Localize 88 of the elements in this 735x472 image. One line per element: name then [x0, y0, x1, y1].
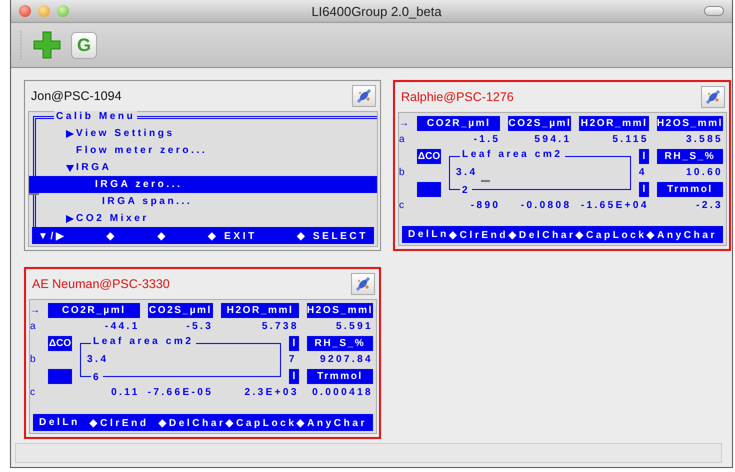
function-key-label: ◆ EXIT — [208, 230, 257, 242]
column-header: l — [638, 149, 649, 164]
function-key-label: ◆ SELECT — [296, 230, 368, 242]
text-cursor-icon — [29, 193, 39, 195]
panel-title: Jon@PSC-1094 — [31, 89, 122, 103]
value-text: 5.115 — [611, 133, 649, 148]
value-text: -5.3 — [185, 320, 214, 334]
column-header: H2OS_mml — [306, 303, 373, 318]
satellite-icon — [354, 275, 372, 293]
value-text: 5.591 — [334, 320, 373, 334]
panel-action-button[interactable] — [352, 85, 376, 107]
add-button[interactable] — [33, 31, 61, 59]
leaf-area-footer: 2 — [460, 184, 472, 196]
column-header: RH_S_% — [306, 336, 373, 350]
column-header: ΔCO — [417, 149, 441, 164]
menu-item[interactable]: CO2 Mixer — [36, 210, 377, 227]
function-key-label: ◆ClrEnd — [90, 416, 149, 428]
value-text: 0.11 — [110, 386, 140, 400]
pointer-arrow: → — [30, 304, 40, 318]
row-label: a — [30, 320, 37, 334]
value-text: 7 — [288, 353, 296, 368]
menu-item[interactable]: IRGA span... — [36, 193, 377, 210]
value-text: -2.3 — [695, 199, 723, 214]
menu-item[interactable]: IRGA zero... — [29, 176, 377, 193]
column-header: l — [288, 336, 299, 350]
leaf-area-title: Leaf area cm2 — [460, 149, 565, 160]
column-header: l — [288, 369, 299, 384]
panel-action-button[interactable] — [701, 86, 725, 108]
column-header: CO2S_µml — [508, 116, 572, 130]
leaf-area-title: Leaf area cm2 — [91, 336, 196, 347]
value-text: 0.000418 — [311, 386, 373, 400]
function-key-label: DelLn — [39, 417, 80, 428]
column-header: Trmmol — [306, 369, 373, 384]
panel-action-button[interactable] — [351, 273, 375, 295]
value-text: -890 — [470, 199, 500, 214]
function-key-label: ◆ — [157, 230, 168, 242]
function-key-label: DelLn — [408, 229, 449, 240]
menu-item[interactable]: IRGA — [36, 159, 377, 176]
column-header: RH_S_% — [656, 149, 723, 164]
plus-icon — [33, 31, 61, 59]
leaf-area-value: 3.4 — [87, 354, 109, 365]
value-text: 10.60 — [684, 166, 723, 180]
satellite-icon — [355, 87, 373, 105]
text-cursor-icon — [480, 180, 490, 182]
column-header: H2OR_mml — [579, 116, 649, 130]
column-header: ΔCO — [48, 336, 72, 350]
column-header: CO2S_µml — [148, 303, 214, 318]
column-header: l — [638, 182, 649, 196]
value-text: 3.585 — [684, 133, 723, 148]
leaf-area-value: 3.4 — [456, 167, 478, 178]
menu-item[interactable]: Flow meter zero... — [36, 142, 377, 159]
blank-header — [48, 369, 72, 384]
value-text: -0.0808 — [520, 199, 572, 214]
function-key-label: ◆ — [106, 230, 118, 242]
column-header: Trmmol — [656, 182, 723, 196]
blank-header — [417, 182, 441, 196]
panel-title: AE Neuman@PSC-3330 — [32, 277, 170, 291]
menu-item[interactable]: View Settings — [36, 125, 377, 142]
toolbar-toggle-button[interactable] — [704, 6, 724, 16]
function-key-label: ◆DelChar◆CapLock◆AnyChar — [508, 228, 717, 240]
row-label: c — [399, 199, 405, 214]
value-text: -1.65E+04 — [580, 199, 649, 214]
satellite-icon — [704, 88, 722, 106]
row-label: c — [30, 386, 36, 400]
value-text: 5.738 — [260, 320, 299, 334]
column-header: CO2R_µml — [417, 116, 500, 130]
function-key-label: ◆ClrEnd — [449, 228, 508, 240]
row-label: a — [399, 133, 406, 148]
menu-title: Calib Menu — [54, 111, 138, 122]
row-label: b — [399, 166, 406, 180]
column-header: H2OS_mml — [656, 116, 723, 130]
value-text: 9207.84 — [319, 353, 373, 368]
value-text: 2.3E+03 — [244, 386, 299, 400]
leaf-area-footer: 6 — [91, 372, 104, 382]
pointer-arrow: → — [399, 116, 409, 131]
function-key-label: ◆DelChar◆CapLock◆AnyChar — [158, 416, 367, 428]
window-title: LI6400Group 2.0_beta — [310, 4, 443, 18]
value-text: -44.1 — [104, 320, 140, 334]
function-key-label: ▼/▶ — [38, 230, 66, 242]
value-text: -7.66E-05 — [148, 386, 214, 400]
value-text: 4 — [638, 166, 646, 180]
value-text: -1.5 — [472, 133, 500, 148]
column-header: CO2R_µml — [48, 303, 140, 318]
column-header: H2OR_mml — [221, 303, 299, 318]
row-label: b — [30, 353, 37, 368]
panel-title: Ralphie@PSC-1276 — [401, 90, 514, 104]
close-button[interactable] — [19, 5, 31, 17]
value-text: 594.1 — [533, 133, 572, 148]
